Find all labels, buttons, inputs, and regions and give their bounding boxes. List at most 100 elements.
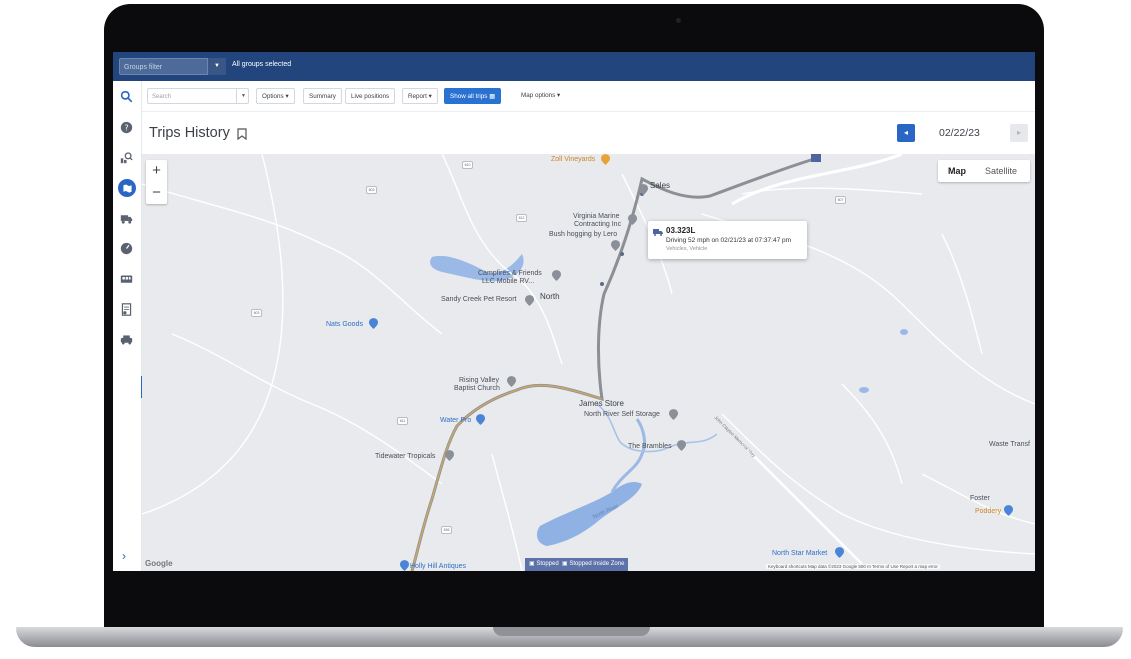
map-type-map-button[interactable]: Map bbox=[948, 166, 966, 176]
map-label-virginia-marine: Virginia Marine bbox=[573, 213, 620, 220]
poi-pin-icon[interactable] bbox=[1004, 505, 1013, 516]
popup-group: Vehicles, Vehicle bbox=[666, 246, 708, 252]
zoom-in-button[interactable]: + bbox=[146, 160, 167, 182]
left-rail: ? › bbox=[113, 81, 142, 571]
popup-status: Driving 52 mph on 02/21/23 at 07:37:47 p… bbox=[666, 237, 792, 244]
gauge-icon[interactable] bbox=[119, 241, 134, 256]
water-river bbox=[536, 481, 642, 546]
poi-pin-icon[interactable] bbox=[400, 560, 409, 571]
map-label-sales: Sales bbox=[650, 181, 671, 190]
poi-pin-icon[interactable] bbox=[369, 318, 378, 329]
bus-icon[interactable] bbox=[119, 272, 134, 287]
groups-selected-text: All groups selected bbox=[232, 61, 292, 68]
legend-stopped: Stopped bbox=[536, 561, 559, 567]
road-shield: 603 bbox=[366, 186, 377, 194]
report-button[interactable]: Report ▾ bbox=[402, 88, 438, 104]
options-button[interactable]: Options ▾ bbox=[256, 88, 295, 104]
map-view[interactable]: + − Map Satellite Zoll Vineyards Sales V… bbox=[142, 154, 1035, 571]
map-type-control: Map Satellite bbox=[938, 160, 1030, 182]
map-label-bush-hogging: Bush hogging by Lero bbox=[549, 231, 618, 238]
map-label-baptist-church: Baptist Church bbox=[454, 385, 500, 392]
map-label-water-pro: Water Pro bbox=[440, 417, 472, 424]
poi-pin-icon[interactable] bbox=[639, 184, 648, 195]
truck-icon bbox=[653, 229, 663, 236]
chevron-down-icon[interactable]: ▼ bbox=[207, 58, 226, 75]
map-options-label: Map options bbox=[521, 92, 556, 99]
page-title: Trips History bbox=[149, 125, 230, 141]
hwy-john-clayton bbox=[741, 443, 863, 565]
map-label-tidewater-tropicals: Tidewater Tropicals bbox=[375, 453, 436, 460]
poi-pin-icon[interactable] bbox=[552, 270, 561, 281]
route-point bbox=[600, 282, 604, 286]
laptop-notch bbox=[493, 627, 650, 636]
previous-date-button[interactable]: ◂ bbox=[897, 124, 915, 142]
road-shield: 610 bbox=[462, 161, 473, 169]
map-label-north-river-self-storage: North River Self Storage bbox=[584, 411, 660, 418]
help-icon[interactable]: ? bbox=[119, 120, 134, 135]
poi-pin-icon[interactable] bbox=[476, 414, 485, 425]
poi-pin-icon[interactable] bbox=[677, 440, 686, 451]
map-search-icon[interactable] bbox=[119, 150, 134, 165]
expand-rail-icon[interactable]: › bbox=[122, 549, 126, 563]
vehicle-info-popup[interactable]: 03.323L Driving 52 mph on 02/21/23 at 07… bbox=[648, 221, 807, 259]
map-options-button[interactable]: Map options ▾ bbox=[516, 88, 566, 104]
trip-route-highlight bbox=[411, 384, 603, 571]
trips-history-icon[interactable] bbox=[118, 179, 136, 197]
poi-pin-icon[interactable] bbox=[669, 409, 678, 420]
poi-pin-icon[interactable] bbox=[507, 376, 516, 387]
options-label: Options bbox=[262, 93, 284, 100]
map-label-llc-mobile: LLC Mobile RV... bbox=[482, 278, 535, 285]
water-pond bbox=[859, 387, 869, 393]
road-shield: 612 bbox=[516, 214, 527, 222]
map-attribution[interactable]: Keyboard shortcuts Map data ©2023 Google… bbox=[766, 564, 940, 569]
show-all-trips-label: Show all trips bbox=[450, 93, 488, 100]
bookmark-icon[interactable] bbox=[237, 128, 247, 140]
poi-pin-icon[interactable] bbox=[601, 154, 610, 165]
map-label-nats-goods: Nats Goods bbox=[326, 321, 363, 328]
show-all-trips-button[interactable]: Show all trips ▦ bbox=[444, 88, 502, 104]
title-row: Trips History ◂ 02/22/23 ▸ bbox=[142, 112, 1035, 154]
map-label-rising-valley: Rising Valley bbox=[459, 377, 499, 384]
road-shield: 636 bbox=[441, 526, 452, 534]
map-label-zoll-vineyards: Zoll Vineyards bbox=[551, 156, 596, 163]
stopped-inside-zone-icon: ▣ bbox=[562, 561, 568, 567]
map-label-waste-transf: Waste Transf bbox=[989, 441, 1030, 448]
summary-button[interactable]: Summary bbox=[303, 88, 342, 104]
water-pond-2 bbox=[900, 329, 908, 335]
zoom-out-button[interactable]: − bbox=[146, 182, 167, 204]
toolbar: Search ▼ Options ▾ Summary Live position… bbox=[142, 81, 1035, 112]
map-label-holly-hill-antiques: Holly Hill Antiques bbox=[410, 563, 467, 570]
camera bbox=[676, 18, 681, 23]
map-label-north-star-market: North Star Market bbox=[772, 550, 828, 557]
map-label-james-store: James Store bbox=[579, 399, 624, 408]
chevron-down-icon[interactable]: ▼ bbox=[236, 88, 250, 104]
poi-pin-icon[interactable] bbox=[445, 450, 454, 461]
svg-text:?: ? bbox=[124, 122, 128, 132]
map-label-poddery: Poddery bbox=[975, 508, 1002, 515]
legend-stopped-inside-zone: Stopped inside Zone bbox=[569, 561, 625, 567]
date-label: 02/22/23 bbox=[939, 127, 980, 139]
report-icon[interactable] bbox=[119, 302, 134, 317]
next-date-button[interactable]: ▸ bbox=[1010, 124, 1028, 142]
map-icon: ▦ bbox=[489, 93, 496, 100]
route-end-marker bbox=[811, 154, 821, 162]
map-label-foster: Foster bbox=[970, 495, 990, 502]
popup-vehicle-name: 03.323L bbox=[666, 226, 696, 235]
map-legend: ▣ Stopped ▣ Stopped inside Zone bbox=[525, 558, 629, 571]
search-input[interactable]: Search bbox=[147, 88, 249, 104]
water-river-2 bbox=[610, 418, 646, 493]
search-icon[interactable] bbox=[119, 89, 134, 104]
poi-pin-icon[interactable] bbox=[628, 214, 637, 225]
poi-pin-icon[interactable] bbox=[835, 547, 844, 558]
poi-pin-icon[interactable] bbox=[611, 240, 620, 251]
road-shield: 611 bbox=[397, 417, 408, 425]
vehicle-icon[interactable] bbox=[119, 211, 134, 226]
app-screen: Groups filter ▼ All groups selected ? › … bbox=[113, 52, 1035, 571]
poi-pin-icon[interactable] bbox=[525, 295, 534, 306]
map-label-the-brambles: The Brambles bbox=[628, 443, 672, 450]
top-bar: Groups filter ▼ All groups selected bbox=[113, 52, 1035, 81]
road-shield: 607 bbox=[835, 196, 846, 204]
map-type-satellite-button[interactable]: Satellite bbox=[985, 166, 1017, 176]
live-positions-button[interactable]: Live positions bbox=[345, 88, 396, 104]
exceptions-icon[interactable] bbox=[119, 332, 134, 347]
